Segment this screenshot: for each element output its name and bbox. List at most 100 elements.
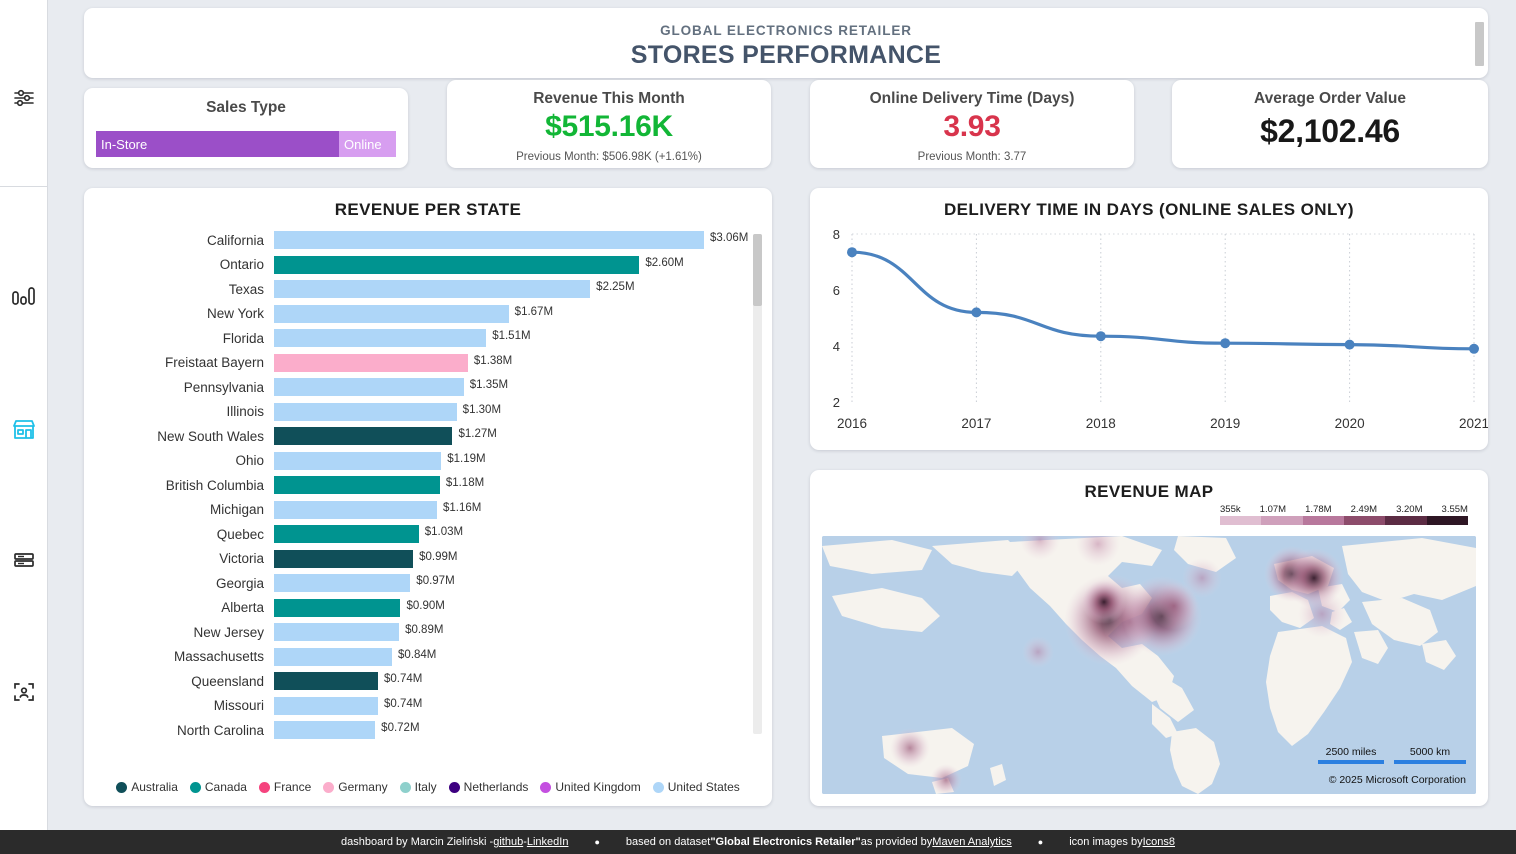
legend-item[interactable]: Italy [399,780,437,794]
slicer-bar: In-Store Online [96,131,396,157]
footer-maven-link[interactable]: Maven Analytics [932,836,1011,848]
bar-fill[interactable] [274,574,411,593]
bar-row[interactable]: Texas $2.25M [84,277,772,302]
bar-fill[interactable] [274,721,376,740]
bar-row[interactable]: North Carolina $0.72M [84,718,772,743]
bar-value-label: $2.60M [645,256,684,269]
page-title: STORES PERFORMANCE [630,41,942,69]
bar-row[interactable]: Quebec $1.03M [84,522,772,547]
bar-fill[interactable] [274,329,487,348]
bar-row[interactable]: Missouri $0.74M [84,694,772,719]
bar-row[interactable]: Alberta $0.90M [84,596,772,621]
bar-value-label: $0.89M [405,624,444,637]
legend-item[interactable]: United States [652,780,740,794]
legend-color-swatch [652,781,664,793]
legend-color-swatch [399,781,411,793]
bar-row[interactable]: New Jersey $0.89M [84,620,772,645]
legend-color-swatch [323,781,335,793]
bar-row[interactable]: Florida $1.51M [84,326,772,351]
bar-category-label: Massachusetts [173,649,264,665]
bar-fill[interactable] [274,696,378,715]
footer-github-link[interactable]: github [493,836,523,848]
bar-row[interactable]: Illinois $1.30M [84,400,772,425]
bar-row[interactable]: California $3.06M [84,228,772,253]
sidebar-item-overview[interactable] [0,278,48,318]
revenue-map-canvas[interactable]: 2500 miles 5000 km © 2025 Microsoft Corp… [822,536,1476,794]
legend-item[interactable]: France [258,780,311,794]
legend-label: Germany [338,780,388,794]
bar-row[interactable]: Ontario $2.60M [84,253,772,278]
delivery-time-title: DELIVERY TIME IN DAYS (ONLINE SALES ONLY… [944,200,1354,219]
bar-fill[interactable] [274,402,457,421]
bar-fill[interactable] [274,280,591,299]
slicer-option-in-store[interactable]: In-Store [96,131,339,157]
kpi-delivery-value: 3.93 [943,110,1001,143]
bar-fill[interactable] [274,304,509,323]
line-data-point[interactable] [1469,343,1479,354]
sidebar-item-filters[interactable] [0,78,48,118]
bar-category-label: Illinois [226,404,264,420]
line-data-point[interactable] [847,247,857,258]
map-legend-tick-label: 1.78M [1305,504,1332,515]
bar-row[interactable]: Freistaat Bayern $1.38M [84,351,772,376]
bar-fill[interactable] [274,451,442,470]
bar-fill[interactable] [274,647,393,666]
bar-value-label: $0.97M [416,575,455,588]
bar-fill[interactable] [274,353,468,372]
revenue-per-state-legend: Australia Canada France Germany Italy Netherl… [84,780,772,794]
bar-row[interactable]: New South Wales $1.27M [84,424,772,449]
header-scrollbar[interactable] [1475,22,1484,66]
bar-row[interactable]: Victoria $0.99M [84,547,772,572]
bar-track: $0.97M [274,574,772,593]
store-icon [11,418,37,442]
slicer-option-online[interactable]: Online [339,131,396,157]
bar-row[interactable]: Massachusetts $0.84M [84,645,772,670]
bar-fill[interactable] [274,549,414,568]
bar-category-label: Michigan [209,502,264,518]
kpi-revenue-title: Revenue This Month [533,90,685,107]
bar-value-label: $1.16M [443,501,482,514]
bar-value-label: $1.27M [458,428,497,441]
legend-item[interactable]: United Kingdom [540,780,641,794]
line-data-point[interactable] [1220,338,1231,349]
sidebar [0,0,48,854]
revenue-map-title: REVENUE MAP [1084,482,1214,501]
sidebar-item-customers[interactable] [0,672,48,712]
legend-item[interactable]: Netherlands [448,780,528,794]
bar-fill[interactable] [274,231,704,250]
bar-track: $1.03M [274,525,772,544]
footer-icons8-link[interactable]: Icons8 [1143,836,1175,848]
bar-track: $1.27M [274,427,772,446]
bar-value-label: $0.74M [383,673,423,686]
legend-item[interactable]: Germany [323,780,388,794]
line-data-point[interactable] [1344,339,1355,350]
line-data-point[interactable] [1095,331,1106,342]
bar-fill[interactable] [274,623,400,642]
bar-fill[interactable] [274,598,401,617]
bar-row[interactable]: Pennsylvania $1.35M [84,375,772,400]
bar-value-label: $0.74M [383,697,423,710]
bar-row[interactable]: Ohio $1.19M [84,449,772,474]
bar-row[interactable]: British Columbia $1.18M [84,473,772,498]
legend-item[interactable]: Australia [116,780,178,794]
legend-item[interactable]: Canada [189,780,247,794]
bar-fill[interactable] [274,255,640,274]
bar-fill[interactable] [274,672,378,691]
bar-category-label: California [206,232,264,248]
dashboard-root: GLOBAL ELECTRONICS RETAILER STORES PERFO… [0,0,1516,854]
line-data-point[interactable] [971,307,982,318]
bar-row[interactable]: New York $1.67M [84,302,772,327]
bar-fill[interactable] [274,427,453,446]
bar-row[interactable]: Queensland $0.74M [84,669,772,694]
bar-fill[interactable] [274,476,440,495]
revenue-per-state-scrollbar[interactable] [753,234,762,734]
footer-linkedin-link[interactable]: LinkedIn [527,836,569,848]
bar-fill[interactable] [274,525,419,544]
bar-row[interactable]: Michigan $1.16M [84,498,772,523]
bar-category-label: Ontario [219,257,264,273]
bar-fill[interactable] [274,500,437,519]
bar-fill[interactable] [274,378,464,397]
sidebar-item-data[interactable] [0,541,48,581]
sidebar-item-stores-performance[interactable] [0,410,48,450]
bar-row[interactable]: Georgia $0.97M [84,571,772,596]
